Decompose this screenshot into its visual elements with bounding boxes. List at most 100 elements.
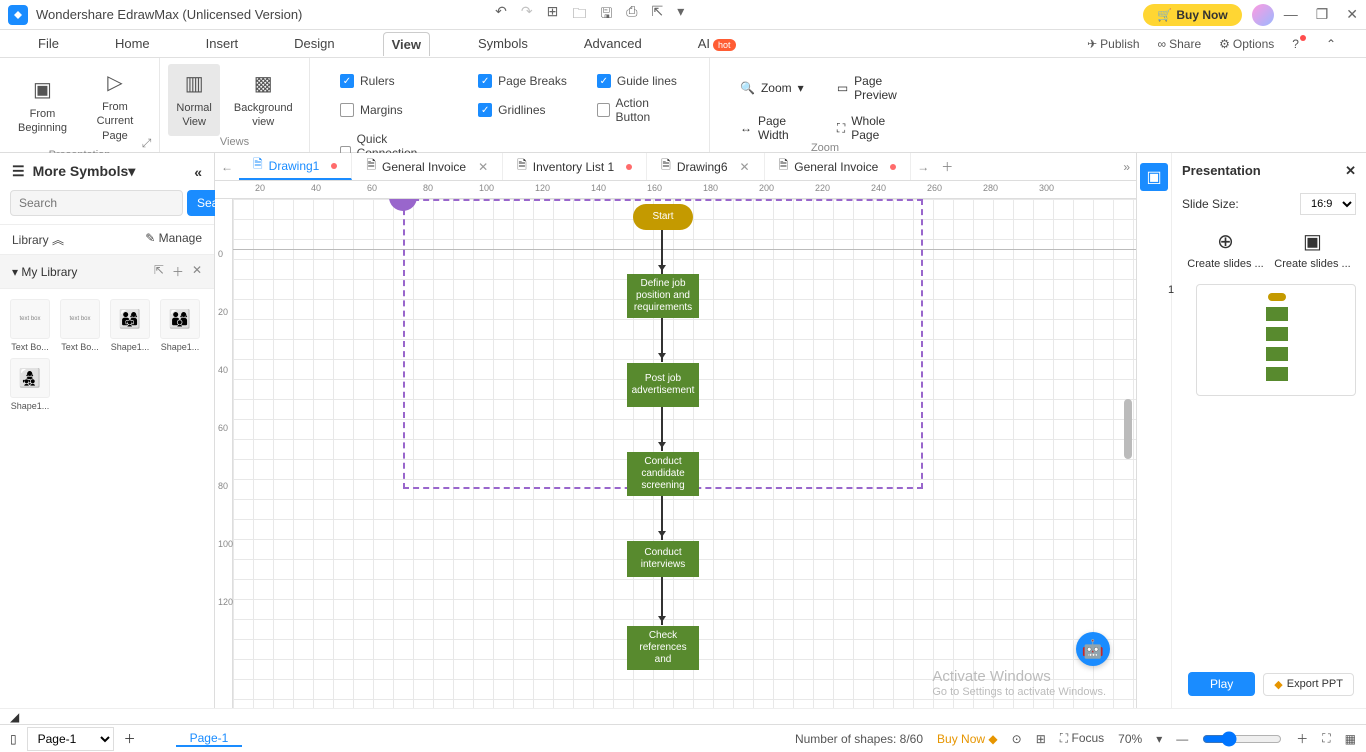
tab-inventory-list[interactable]: 🗎 Inventory List 1: [503, 153, 647, 180]
menu-view[interactable]: View: [383, 32, 430, 56]
page-preview-button[interactable]: ▭ Page Preview: [837, 74, 910, 102]
tab-general-invoice-2[interactable]: 🗎 General Invoice: [765, 153, 912, 180]
menu-home[interactable]: Home: [107, 32, 158, 55]
flow-node-interviews[interactable]: Conduct interviews: [627, 541, 699, 577]
slide-thumbnail[interactable]: [1196, 284, 1356, 396]
slide-size-select[interactable]: 16:9: [1300, 193, 1356, 215]
shape-people-1[interactable]: 👨‍👩‍👧Shape1...: [108, 299, 152, 352]
zoom-out-icon[interactable]: —: [1176, 732, 1188, 746]
background-view-button[interactable]: ▩Background view: [226, 64, 301, 136]
presentation-panel-title: Presentation: [1182, 163, 1261, 179]
redo-icon[interactable]: ↷: [521, 3, 533, 27]
tab-prev-icon[interactable]: ←: [215, 160, 239, 174]
tab-close-icon[interactable]: ✕: [740, 160, 750, 174]
share-button[interactable]: ∞ Share: [1158, 37, 1202, 51]
fit-page-icon[interactable]: ⛶: [1322, 731, 1330, 746]
tab-overflow-icon[interactable]: »: [1117, 160, 1136, 174]
zoom-slider[interactable]: [1202, 731, 1282, 747]
page-tab[interactable]: Page-1: [176, 731, 243, 747]
maximize-icon[interactable]: ❐: [1316, 6, 1329, 23]
publish-button[interactable]: ✈ Publish: [1087, 37, 1139, 51]
create-slides-auto-button[interactable]: ▣Create slides ...: [1274, 229, 1350, 270]
gridlines-checkbox[interactable]: ✓Gridlines: [478, 96, 567, 124]
qat-more-icon[interactable]: ▾: [677, 3, 684, 27]
tab-drawing6[interactable]: 🗎 Drawing6✕: [647, 153, 764, 180]
manage-library-button[interactable]: ✎ Manage: [145, 231, 202, 248]
close-panel-icon[interactable]: ✕: [1345, 163, 1356, 179]
whole-page-button[interactable]: ⛶ Whole Page: [837, 114, 910, 142]
menu-insert[interactable]: Insert: [198, 32, 247, 55]
margins-checkbox[interactable]: Margins: [340, 96, 448, 124]
minimize-icon[interactable]: —: [1284, 6, 1298, 23]
undo-icon[interactable]: ↶: [495, 3, 507, 27]
from-current-page-button[interactable]: ▷From Current Page: [81, 64, 149, 149]
presentation-tab-icon[interactable]: ▣: [1140, 163, 1168, 191]
zoom-level[interactable]: 70%: [1118, 732, 1142, 746]
eyedropper-icon[interactable]: ◢: [10, 710, 19, 724]
page-width-button[interactable]: ↔ Page Width: [740, 114, 817, 142]
shape-text-box-1[interactable]: text boxText Bo...: [8, 299, 52, 352]
status-icon-1[interactable]: ⊙: [1012, 732, 1022, 746]
user-avatar[interactable]: [1252, 4, 1274, 26]
flow-node-screening[interactable]: Conduct candidate screening: [627, 452, 699, 496]
menu-file[interactable]: File: [30, 32, 67, 55]
action-button-checkbox[interactable]: Action Button: [597, 96, 679, 124]
tab-close-icon[interactable]: ✕: [478, 160, 488, 174]
notification-icon[interactable]: ?: [1292, 37, 1308, 51]
collapse-sidebar-icon[interactable]: «: [194, 164, 202, 180]
shape-people-3[interactable]: 👩‍👧‍👦Shape1...: [8, 358, 52, 411]
close-icon[interactable]: ✕: [1346, 6, 1358, 23]
status-icon-2[interactable]: ⊞: [1036, 732, 1046, 746]
tab-next-icon[interactable]: →: [911, 160, 935, 174]
menu-ai[interactable]: AIhot: [690, 32, 744, 55]
from-beginning-button[interactable]: ▣From Beginning: [10, 64, 75, 149]
fullscreen-icon[interactable]: ▦: [1345, 732, 1356, 746]
library-toggle[interactable]: Library ︽: [12, 231, 64, 248]
symbol-search-input[interactable]: [10, 190, 183, 216]
page-breaks-checkbox[interactable]: ✓Page Breaks: [478, 74, 567, 88]
menu-advanced[interactable]: Advanced: [576, 32, 650, 55]
help-chat-button[interactable]: 🤖: [1076, 632, 1110, 666]
buy-now-link[interactable]: Buy Now ◆: [937, 732, 998, 746]
shape-people-2[interactable]: 👨‍👩‍👦Shape1...: [158, 299, 202, 352]
shape-text-box-2[interactable]: text boxText Bo...: [58, 299, 102, 352]
flow-node-post[interactable]: Post job advertisement: [627, 363, 699, 407]
presentation-expand-icon[interactable]: ⤢: [142, 136, 152, 151]
flow-start-node[interactable]: Start: [633, 204, 693, 230]
tab-drawing1[interactable]: 🗎 Drawing1: [239, 153, 352, 180]
focus-button[interactable]: ⛶ Focus: [1060, 731, 1104, 746]
buy-now-button[interactable]: 🛒 Buy Now: [1143, 4, 1241, 26]
my-library-toggle[interactable]: ▾ My Library: [12, 265, 77, 279]
rulers-checkbox[interactable]: ✓Rulers: [340, 74, 448, 88]
tab-add-icon[interactable]: ＋: [935, 158, 959, 175]
new-icon[interactable]: ⊞: [547, 3, 559, 27]
export-ppt-button[interactable]: ◆Export PPT: [1263, 673, 1354, 696]
page-layout-icon[interactable]: ▯: [10, 732, 17, 746]
flow-node-define[interactable]: Define job position and requirements: [627, 274, 699, 318]
page-select[interactable]: Page-1: [27, 727, 114, 751]
open-icon[interactable]: 🗀: [572, 3, 586, 27]
save-icon[interactable]: 🖫: [600, 3, 612, 27]
export-icon[interactable]: ⇱: [652, 3, 664, 27]
create-slides-plus-button[interactable]: ⊕Create slides ...: [1187, 229, 1263, 270]
library-add-icon[interactable]: ＋: [172, 263, 184, 280]
menu-design[interactable]: Design: [286, 32, 342, 55]
zoom-in-icon[interactable]: ＋: [1296, 730, 1308, 747]
flow-node-references[interactable]: Check references and: [627, 626, 699, 670]
menu-symbols[interactable]: Symbols: [470, 32, 536, 55]
vertical-scrollbar[interactable]: [1124, 399, 1132, 459]
vertical-ruler: 020406080100120: [215, 199, 233, 708]
drawing-canvas[interactable]: Start Define job position and requiremen…: [233, 199, 1136, 708]
library-link-icon[interactable]: ⇱: [154, 263, 164, 280]
add-page-icon[interactable]: ＋: [124, 730, 136, 747]
collapse-ribbon-icon[interactable]: ⌃: [1326, 37, 1336, 51]
options-button[interactable]: ⚙ Options: [1219, 37, 1274, 51]
zoom-button[interactable]: 🔍 Zoom▾: [740, 74, 817, 102]
library-close-icon[interactable]: ✕: [192, 263, 202, 280]
print-icon[interactable]: ⎙: [626, 3, 637, 27]
more-symbols-label[interactable]: More Symbols▾: [33, 163, 136, 180]
guide-lines-checkbox[interactable]: ✓Guide lines: [597, 74, 679, 88]
tab-general-invoice[interactable]: 🗎 General Invoice✕: [352, 153, 503, 180]
normal-view-button[interactable]: ▥Normal View: [168, 64, 219, 136]
play-presentation-button[interactable]: Play: [1188, 672, 1255, 696]
